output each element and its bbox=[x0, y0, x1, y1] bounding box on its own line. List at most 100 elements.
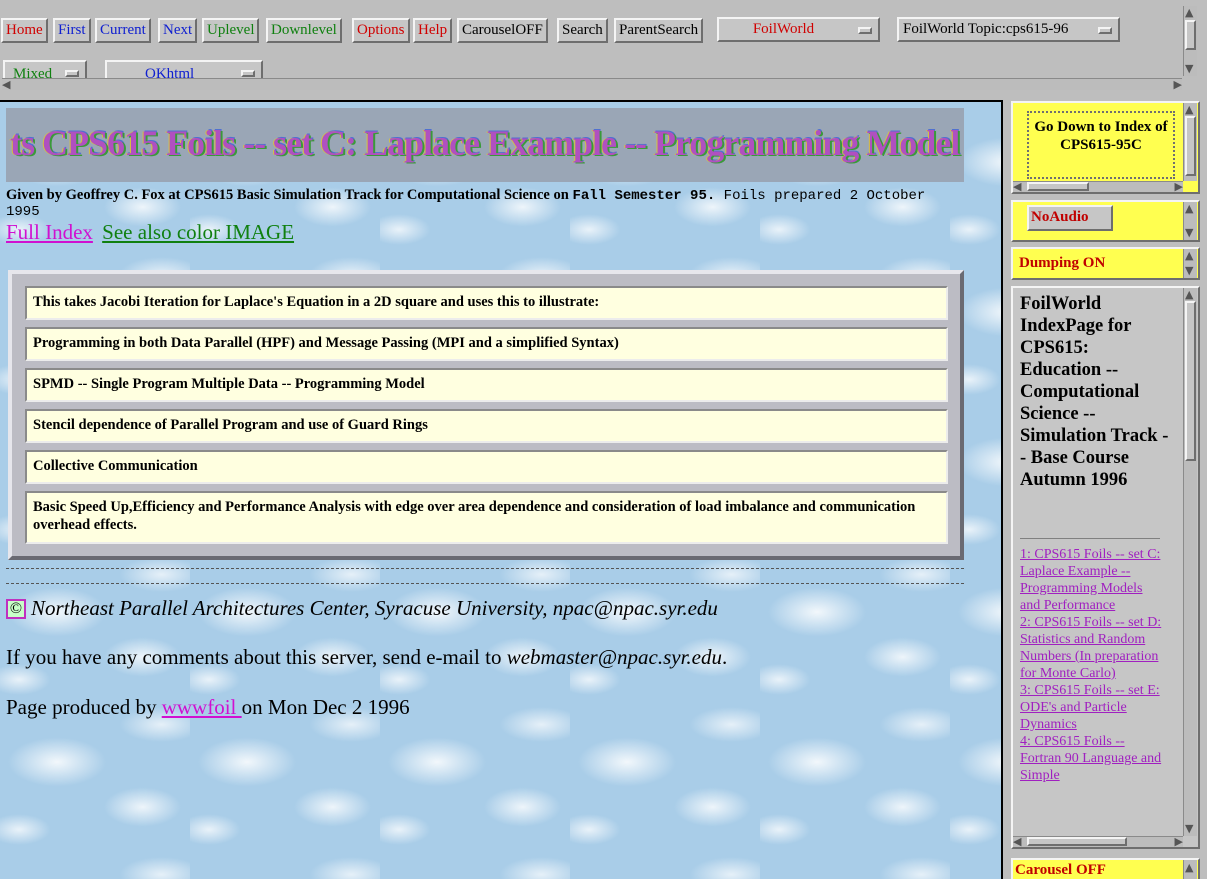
scroll-up-icon[interactable]: ▲ bbox=[1185, 250, 1193, 261]
frame-horizontal-scrollbar[interactable]: ◀ ▶ bbox=[1013, 181, 1183, 192]
dumping-status: Dumping ON bbox=[1019, 255, 1106, 271]
first-button[interactable]: First bbox=[53, 18, 91, 43]
bullet-text: Basic Speed Up,Efficiency and Performanc… bbox=[33, 499, 916, 533]
frame-horizontal-scrollbar[interactable]: ◀ ▶ bbox=[1013, 836, 1183, 847]
carousel-off-button[interactable]: CarouselOFF bbox=[457, 18, 548, 43]
title-banner-image: ts CPS615 Foils -- set C: Laplace Exampl… bbox=[6, 108, 964, 182]
produced-suffix: on Mon Dec 2 1996 bbox=[241, 695, 410, 719]
scroll-right-icon[interactable]: ▶ bbox=[1175, 181, 1183, 192]
bullet-text: SPMD -- Single Program Multiple Data -- … bbox=[33, 376, 425, 392]
dumping-frame: Dumping ON ▲ ▼ bbox=[1011, 247, 1200, 280]
divider bbox=[6, 568, 964, 569]
bullet-text: Collective Communication bbox=[33, 458, 198, 474]
current-button[interactable]: Current bbox=[95, 18, 151, 43]
index-links: Full Index See also color IMAGE bbox=[6, 220, 294, 245]
index-list: 1: CPS615 Foils -- set C: Laplace Exampl… bbox=[1020, 546, 1165, 784]
full-index-link[interactable]: Full Index bbox=[6, 220, 93, 244]
foilworld-select-value: FoilWorld bbox=[752, 21, 815, 37]
bullet-row: SPMD -- Single Program Multiple Data -- … bbox=[25, 368, 948, 402]
scroll-up-icon[interactable]: ▲ bbox=[1185, 104, 1193, 115]
scroll-up-icon[interactable]: ▲ bbox=[1185, 7, 1193, 18]
topic-select-value: FoilWorld Topic:cps615-96 bbox=[903, 21, 1069, 37]
noaudio-frame: NoAudio ▲ ▼ bbox=[1011, 200, 1200, 242]
mixed-select[interactable]: Mixed bbox=[3, 60, 87, 80]
scroll-left-icon[interactable]: ◀ bbox=[1013, 836, 1021, 847]
scrollbar-thumb[interactable] bbox=[1185, 301, 1196, 461]
index-item[interactable]: 2: CPS615 Foils -- set D: Statistics and… bbox=[1020, 614, 1165, 682]
produced-line: Page produced by wwwfoil on Mon Dec 2 19… bbox=[6, 695, 410, 720]
search-button[interactable]: Search bbox=[557, 18, 608, 43]
byline-semester: Fall Semester 95. bbox=[572, 188, 716, 204]
bullet-row: Stencil dependence of Parallel Program a… bbox=[25, 409, 948, 443]
chevron-down-icon bbox=[65, 70, 79, 77]
divider bbox=[1020, 538, 1160, 539]
uplevel-button[interactable]: Uplevel bbox=[202, 18, 260, 43]
scroll-up-icon[interactable]: ▲ bbox=[1185, 289, 1193, 300]
carousel-frame: Carousel OFF ▲ bbox=[1011, 858, 1200, 879]
frame-vertical-scrollbar[interactable]: ▲ ▼ bbox=[1183, 288, 1197, 836]
noaudio-button[interactable]: NoAudio bbox=[1027, 205, 1113, 231]
scroll-right-icon[interactable]: ▶ bbox=[1175, 836, 1183, 847]
next-button[interactable]: Next bbox=[158, 18, 198, 43]
scroll-left-icon[interactable]: ◀ bbox=[2, 79, 10, 90]
scroll-up-icon[interactable]: ▲ bbox=[1185, 203, 1193, 214]
toolbar-frame: Home First Current Next Uplevel Downleve… bbox=[0, 0, 1207, 100]
help-button[interactable]: Help bbox=[413, 18, 453, 43]
bullet-text: This takes Jacobi Iteration for Laplace'… bbox=[33, 294, 600, 310]
downlevel-button[interactable]: Downlevel bbox=[266, 18, 342, 43]
toolbar-vertical-scrollbar[interactable]: ▲ ▼ bbox=[1183, 6, 1197, 76]
divider bbox=[6, 583, 964, 584]
bullet-row: Basic Speed Up,Efficiency and Performanc… bbox=[25, 491, 948, 544]
frame-vertical-scrollbar[interactable]: ▲ bbox=[1183, 103, 1197, 181]
frame-vertical-scrollbar[interactable]: ▲ ▼ bbox=[1183, 202, 1197, 240]
byline: Given by Geoffrey C. Fox at CPS615 Basic… bbox=[6, 188, 966, 220]
scrollbar-thumb[interactable] bbox=[1185, 20, 1196, 50]
npac-text: Northeast Parallel Architectures Center,… bbox=[31, 596, 718, 620]
byline-given-by: Given by Geoffrey C. Fox at CPS615 Basic… bbox=[6, 187, 573, 203]
parent-search-button[interactable]: ParentSearch bbox=[614, 18, 704, 43]
scroll-down-icon[interactable]: ▼ bbox=[1185, 823, 1193, 834]
home-button[interactable]: Home bbox=[1, 18, 48, 43]
scroll-down-icon[interactable]: ▼ bbox=[1185, 227, 1193, 238]
foilworld-select[interactable]: FoilWorld bbox=[717, 17, 880, 42]
bullet-row: Programming in both Data Parallel (HPF) … bbox=[25, 327, 948, 361]
okhtml-select[interactable]: OKhtml bbox=[105, 60, 263, 80]
comments-line: If you have any comments about this serv… bbox=[6, 645, 727, 670]
main-content-frame: ts CPS615 Foils -- set C: Laplace Exampl… bbox=[0, 100, 1003, 879]
go-down-frame: Go Down to Index of CPS615-95C ▲ ◀ ▶ bbox=[1011, 101, 1200, 194]
frame-vertical-scrollbar[interactable]: ▲ ▼ bbox=[1183, 249, 1197, 278]
npac-credit: © Northeast Parallel Architectures Center… bbox=[6, 596, 718, 621]
bullet-row: This takes Jacobi Iteration for Laplace'… bbox=[25, 286, 948, 320]
scroll-left-icon[interactable]: ◀ bbox=[1013, 181, 1021, 192]
index-title: FoilWorld IndexPage for CPS615: Educatio… bbox=[1020, 294, 1169, 490]
copyright-icon[interactable]: © bbox=[6, 599, 26, 619]
bullet-row: Collective Communication bbox=[25, 450, 948, 484]
produced-prefix: Page produced by bbox=[6, 695, 162, 719]
webmaster-email: webmaster@npac.syr.edu bbox=[506, 645, 722, 669]
go-down-link[interactable]: Go Down to Index of CPS615-95C bbox=[1027, 111, 1175, 179]
index-frame: FoilWorld IndexPage for CPS615: Educatio… bbox=[1011, 286, 1200, 849]
toolbar-horizontal-scrollbar[interactable]: ◀ ▶ bbox=[2, 78, 1182, 90]
index-item[interactable]: 1: CPS615 Foils -- set C: Laplace Exampl… bbox=[1020, 546, 1165, 614]
frame-vertical-scrollbar[interactable]: ▲ bbox=[1183, 860, 1197, 879]
index-item[interactable]: 3: CPS615 Foils -- set E: ODE's and Part… bbox=[1020, 682, 1165, 733]
scrollbar-thumb[interactable] bbox=[1027, 182, 1089, 191]
index-item[interactable]: 4: CPS615 Foils -- Fortran 90 Language a… bbox=[1020, 733, 1165, 784]
scroll-down-icon[interactable]: ▼ bbox=[1185, 63, 1193, 74]
chevron-down-icon bbox=[241, 70, 255, 77]
scrollbar-thumb[interactable] bbox=[1185, 116, 1196, 176]
scroll-down-icon[interactable]: ▼ bbox=[1185, 265, 1193, 276]
color-image-link[interactable]: See also color IMAGE bbox=[102, 220, 294, 244]
scroll-right-icon[interactable]: ▶ bbox=[1174, 79, 1182, 90]
bullet-table: This takes Jacobi Iteration for Laplace'… bbox=[8, 270, 964, 560]
chevron-down-icon bbox=[858, 27, 872, 34]
bullet-text: Stencil dependence of Parallel Program a… bbox=[33, 417, 428, 433]
topic-select[interactable]: FoilWorld Topic:cps615-96 bbox=[897, 17, 1120, 42]
options-button[interactable]: Options bbox=[352, 18, 410, 43]
chevron-down-icon bbox=[1098, 27, 1112, 34]
wwwfoil-link[interactable]: wwwfoil bbox=[162, 695, 242, 719]
banner-title: ts CPS615 Foils -- set C: Laplace Exampl… bbox=[10, 123, 960, 163]
scrollbar-thumb[interactable] bbox=[1027, 837, 1127, 846]
scroll-up-icon[interactable]: ▲ bbox=[1185, 862, 1193, 873]
comments-suffix: . bbox=[722, 645, 728, 669]
